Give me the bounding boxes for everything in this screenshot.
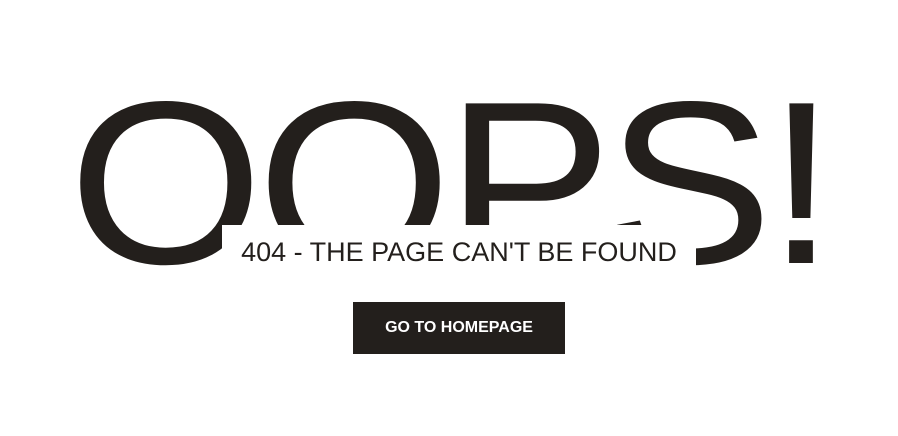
error-page: OOPS! 404 - THE PAGE CAN'T BE FOUND GO T… <box>0 0 898 436</box>
go-to-homepage-button[interactable]: GO TO HOMEPAGE <box>353 302 565 354</box>
error-message: 404 - THE PAGE CAN'T BE FOUND <box>222 225 696 279</box>
